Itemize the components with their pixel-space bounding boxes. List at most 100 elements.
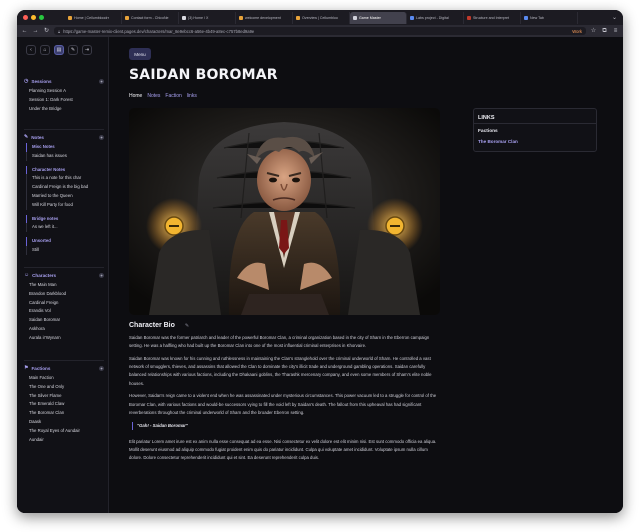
tab-favicon-icon [524,15,528,20]
note-group-items: Still [26,245,104,255]
tab-faction[interactable]: Faction [165,93,181,99]
sidebar-character-item[interactable]: Brandon Darkblood [24,290,104,299]
add-session-icon[interactable]: + [99,78,104,84]
browser-tab-label: Labs project - Digital [416,15,449,20]
sidebar-note-item[interactable]: Married to the Queen [27,192,104,201]
browser-tab[interactable]: Labs project - Digital [407,11,464,24]
sidebar-faction-item[interactable]: Aundair [24,436,104,445]
sidebar-note-item[interactable]: This is a note for this char [27,174,104,183]
notes-list: Misc Notes Saidan has issues Character Not… [24,143,104,255]
minimize-window-icon[interactable] [31,15,36,20]
sidebar-session-item[interactable]: Under the Bridge [24,105,104,114]
sidebar-faction-item[interactable]: The Boromar Clan [24,409,104,418]
person-icon: ☺ [24,272,30,278]
links-title: LINKS [474,109,596,124]
tab-favicon-icon [353,15,357,20]
note-group: Bridge notes As we left it... [24,214,104,233]
browser-tab[interactable]: Game Master [350,11,407,24]
sidebar-session-item[interactable]: Planning Session A [24,87,104,96]
sidebar-session-item[interactable]: Session 1: Dark Forest [24,96,104,105]
sidebar: ‹ ⌂ ▤ ✎ ⇥ ◷ Sessions + Planning Session … [17,37,109,513]
back-icon[interactable]: ← [21,25,28,37]
bio-paragraph: Elit pariatur Lorem amet irure est ex an… [129,438,437,461]
browser-tab[interactable]: Home | Cellumbloodrr [65,11,122,24]
factions-header[interactable]: ⚑ Factions + [24,364,104,372]
factions-section: ⚑ Factions + Main Faction The One and Onl… [24,360,104,444]
bio-paragraph: Saidan Boromar was the former patriarch … [129,335,430,349]
browser-tabs: Home | Cellumbloodrr Contact form - Chico… [65,10,606,25]
menu-icon[interactable]: ≡ [612,25,619,37]
edit-bio-icon[interactable]: ✎ [185,323,189,329]
character-portrait [129,108,440,315]
logout-button[interactable]: ⇥ [82,45,92,55]
layout-button[interactable]: ▤ [54,45,64,55]
sessions-header[interactable]: ◷ Sessions + [24,77,104,85]
characters-list: The Main Man Brandon Darkblood Cardinal Fr… [24,281,104,343]
address-bar[interactable]: 🔒︎ https://game-master-remix-client.page… [54,27,586,35]
add-character-icon[interactable]: + [99,272,104,278]
sessions-title: Sessions [31,78,52,84]
sidebar-note-item[interactable]: Will Kill Party for food [27,201,104,210]
tab-links[interactable]: links [187,93,197,99]
notes-header[interactable]: ✎ Notes + [24,133,104,141]
sidebar-character-item[interactable]: The Main Man [24,281,104,290]
browser-tab[interactable]: Structure and Interpret [464,11,521,24]
navigation-bar: ← → ↻ 🔒︎ https://game-master-remix-clien… [17,25,623,37]
sidebar-faction-item[interactable]: The One and Only [24,383,104,392]
tools-button[interactable]: ✎ [68,45,78,55]
notes-title: Notes [31,134,44,140]
sidebar-toolbar: ‹ ⌂ ▤ ✎ ⇥ [17,37,108,55]
sidebar-faction-item[interactable]: The Emerald Claw [24,400,104,409]
sidebar-character-item[interactable]: Aurala ir'Wynarn [24,334,104,343]
faction-link[interactable]: The Boromar Clan [474,134,596,144]
note-group: Character Notes This is a note for this c… [24,165,104,210]
bookmark-icon[interactable]: ☆ [590,25,597,37]
browser-tab[interactable]: Contact form - ChicoNe [122,11,179,24]
sidebar-faction-item[interactable]: The Royal Eyes of Aundair [24,427,104,436]
reload-icon[interactable]: ↻ [43,25,50,37]
sidebar-character-item[interactable]: Erandis Vol [24,307,104,316]
browser-window: Home | Cellumbloodrr Contact form - Chico… [17,10,623,513]
characters-title: Characters [32,272,57,278]
sidebar-note-item[interactable]: Still [27,246,104,255]
url-text: https://game-master-remix-client.pages.d… [63,28,255,34]
tab-notes[interactable]: Notes [147,93,160,99]
tab-list-icon[interactable]: ⌄ [606,14,623,21]
sidebar-note-item[interactable]: As we left it... [27,223,104,232]
browser-tab[interactable]: Overview | Cellumbloo [293,11,350,24]
maximize-window-icon[interactable] [39,15,44,20]
factions-list: Main Faction The One and Only The Silver F… [24,374,104,444]
browser-tab[interactable]: New Tab [521,11,578,24]
note-group-title[interactable]: Misc Notes [26,143,104,152]
collapse-sidebar-button[interactable]: ‹ [26,45,36,55]
add-faction-icon[interactable]: + [99,365,104,371]
home-button[interactable]: ⌂ [40,45,50,55]
window-controls [17,15,65,20]
add-note-icon[interactable]: + [99,134,104,140]
note-group-title[interactable]: Character Notes [26,165,104,175]
profile-badge[interactable]: Work [572,29,582,34]
note-group-title[interactable]: Bridge notes [26,214,104,224]
app-page: ‹ ⌂ ▤ ✎ ⇥ ◷ Sessions + Planning Session … [17,37,623,513]
extensions-icon[interactable]: ⧉ [601,25,608,37]
sidebar-character-item[interactable]: Askhora [24,325,104,334]
characters-header[interactable]: ☺ Characters + [24,271,104,279]
sidebar-faction-item[interactable]: The Silver Flame [24,392,104,401]
note-group-title[interactable]: Unsorted [26,237,104,246]
browser-tab[interactable]: welcome development [236,11,293,24]
browser-tab-label: Home | Cellumbloodrr [74,15,109,20]
sidebar-character-item[interactable]: Saidan Boromar [24,316,104,325]
forward-icon[interactable]: → [32,25,39,37]
close-window-icon[interactable] [23,15,28,20]
sidebar-faction-item[interactable]: Main Faction [24,374,104,383]
sidebar-note-item[interactable]: Saidan has issues [27,152,104,161]
tab-home[interactable]: Home [129,93,142,99]
sessions-list: Planning Session A Session 1: Dark Forest… [24,87,104,113]
menu-button[interactable]: Menu [129,48,151,60]
browser-tab-label: New Tab [530,15,544,20]
sidebar-faction-item[interactable]: Daask [24,418,104,427]
main-content: Menu SAIDAN BOROMAR Home Notes Faction link… [109,37,623,513]
sidebar-character-item[interactable]: Cardinal Freign [24,299,104,308]
sidebar-note-item[interactable]: Cardinal Freign is the big bad [27,183,104,192]
browser-tab[interactable]: (3) Home / X [179,11,236,24]
